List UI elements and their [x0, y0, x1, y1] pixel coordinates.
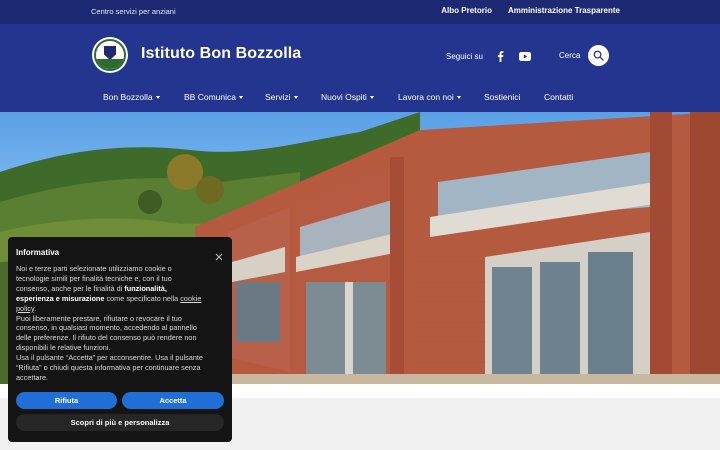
learn-more-button[interactable]: Scopri di più e personalizza [16, 414, 224, 431]
site-tagline: Centro servizi per anziani [91, 7, 176, 16]
nav-item-bon-bozzolla[interactable]: Bon Bozzolla [103, 92, 160, 102]
logo-crest [104, 46, 116, 60]
chevron-down-icon [155, 95, 160, 99]
search-icon [593, 50, 605, 61]
nav-item-nuovi-ospiti[interactable]: Nuovi Ospiti [321, 92, 374, 102]
nav-label: Contatti [544, 92, 574, 102]
facebook-icon[interactable] [495, 50, 507, 62]
logo-emblem [94, 39, 126, 71]
search-area: Cerca [559, 45, 610, 66]
utility-links: Albo Pretorio Amministrazione Trasparent… [441, 6, 620, 15]
site-title[interactable]: Istituto Bon Bozzolla [141, 45, 301, 63]
albo-pretorio-link[interactable]: Albo Pretorio [441, 6, 492, 15]
site-logo[interactable] [92, 37, 128, 73]
cookie-text-p2: Puoi liberamente prestare, rifiutare o r… [16, 313, 197, 353]
reject-button[interactable]: Rifiuta [16, 392, 117, 409]
cookie-text-p3: Usa il pulsante “Accetta” per acconsenti… [16, 353, 203, 382]
search-label[interactable]: Cerca [559, 51, 580, 60]
nav-item-sostienici[interactable]: Sostienici [484, 92, 520, 102]
chevron-down-icon [293, 95, 298, 99]
cookie-title: Informativa [16, 248, 60, 257]
nav-label: Nuovi Ospiti [321, 92, 367, 102]
social-label: Seguici su [446, 51, 483, 61]
amministrazione-trasparente-link[interactable]: Amministrazione Trasparente [508, 6, 620, 15]
nav-item-contatti[interactable]: Contatti [544, 92, 573, 102]
cookie-text-p1c: come specificato nella [104, 293, 181, 303]
close-icon[interactable] [215, 248, 223, 261]
accept-button[interactable]: Accetta [122, 392, 224, 409]
nav-item-servizi[interactable]: Servizi [265, 92, 298, 102]
nav-label: BB Comunica [184, 92, 236, 102]
chevron-down-icon [456, 95, 461, 99]
cookie-banner: Informativa Noi e terze parti selezionat… [8, 237, 232, 442]
nav-label: Lavora con noi [398, 92, 454, 102]
top-utility-bar: Centro servizi per anziani Albo Pretorio… [0, 0, 720, 24]
search-button[interactable] [588, 45, 610, 66]
logo-hill [96, 59, 124, 69]
nav-label: Servizi [265, 92, 291, 102]
social-links: Seguici su [446, 50, 531, 62]
youtube-icon[interactable] [518, 50, 531, 62]
site-header: Istituto Bon Bozzolla Seguici su Cerca B… [0, 24, 720, 112]
nav-label: Bon Bozzolla [103, 92, 153, 102]
cookie-text: Noi e terze parti selezionate utilizziam… [16, 264, 206, 383]
cookie-text-p1d: . [34, 303, 37, 313]
chevron-down-icon [369, 95, 374, 99]
nav-item-bb-comunica[interactable]: BB Comunica [184, 92, 243, 102]
nav-label: Sostienici [484, 92, 521, 102]
chevron-down-icon [238, 95, 243, 99]
nav-item-lavora-con-noi[interactable]: Lavora con noi [398, 92, 461, 102]
